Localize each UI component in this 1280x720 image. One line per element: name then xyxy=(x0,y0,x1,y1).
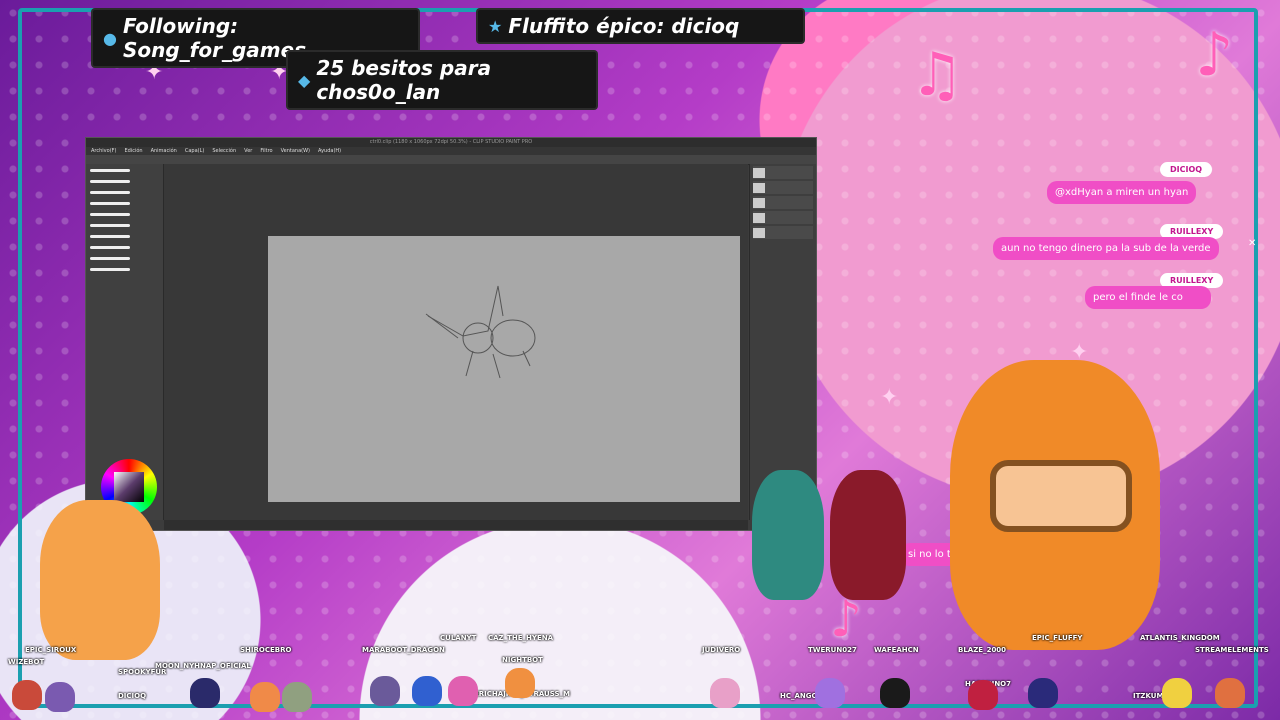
viewer-name: CAZ_THE_HYENA xyxy=(488,634,554,642)
viewer-name: SHIROCEBRO xyxy=(240,646,292,654)
viewer-critter xyxy=(45,682,75,712)
menu-file[interactable]: Archivo(F) xyxy=(91,147,116,155)
viewer-name: BLAZE_2000 xyxy=(958,646,1007,654)
menu-layer[interactable]: Capa(L) xyxy=(185,147,204,155)
red-mushroom-character xyxy=(830,470,906,600)
viewer-critter xyxy=(412,676,442,706)
chat-message: aun no tengo dinero pa la sub de la verd… xyxy=(993,237,1219,260)
viewer-name: TWERUN027 xyxy=(808,646,857,654)
viewer-name: JUDIVERO xyxy=(702,646,741,654)
viewer-critter xyxy=(505,668,535,698)
viewer-name: STREAMELEMENTS xyxy=(1195,646,1269,654)
brush-item[interactable] xyxy=(90,188,159,197)
menu-bar: Archivo(F) Edición Animación Capa(L) Sel… xyxy=(86,147,816,155)
viewer-critter xyxy=(1162,678,1192,708)
sketch-drawing xyxy=(425,285,536,379)
layer-item[interactable] xyxy=(753,196,813,209)
glasses-icon xyxy=(990,460,1132,532)
layer-item[interactable] xyxy=(753,226,813,239)
brush-item[interactable] xyxy=(90,232,159,241)
layer-item[interactable] xyxy=(753,211,813,224)
gem-icon: ◆ xyxy=(298,70,311,90)
viewer-name: MARABOOT_DRAGON xyxy=(362,646,445,654)
teal-mushroom-character xyxy=(752,470,824,600)
menu-animation[interactable]: Animación xyxy=(151,147,177,155)
chat-username: DICIOQ xyxy=(1160,162,1213,177)
viewer-name: DICIOQ xyxy=(118,692,147,700)
clip-studio-window[interactable]: ctrl0.clip (1180 x 1060px 72dpi 50.3%) -… xyxy=(85,137,817,531)
music-note-icon-2: ♪ xyxy=(1195,20,1234,90)
brush-item[interactable] xyxy=(90,221,159,230)
viewer-critter xyxy=(1215,678,1245,708)
brush-item[interactable] xyxy=(90,199,159,208)
viewer-name: MOON_NYHNAP_OFICIAL xyxy=(155,662,251,670)
menu-view[interactable]: Ver xyxy=(244,147,252,155)
layer-item[interactable] xyxy=(753,181,813,194)
viewer-name: WIZEBOT xyxy=(8,658,45,666)
besitos-alert: ◆ 25 besitos para chos0o_lan xyxy=(288,52,596,108)
window-title: ctrl0.clip (1180 x 1060px 72dpi 50.3%) -… xyxy=(86,138,816,147)
chat-message: @xdHyan a miren un hyan xyxy=(1047,181,1197,204)
chat-message-text: a miren un hyan xyxy=(1106,187,1189,198)
menu-help[interactable]: Ayuda(H) xyxy=(318,147,341,155)
sparkle-icon-4: ✦ xyxy=(880,385,899,410)
viewer-critter xyxy=(370,676,400,706)
viewer-name: NIGHTBOT xyxy=(502,656,543,664)
brush-item[interactable] xyxy=(90,243,159,252)
viewer-critter xyxy=(448,676,478,706)
viewer-critter xyxy=(1028,678,1058,708)
menu-filter[interactable]: Filtro xyxy=(260,147,272,155)
brush-item[interactable] xyxy=(90,254,159,263)
viewer-critter xyxy=(815,678,845,708)
viewer-critter xyxy=(190,678,220,708)
viewer-critter xyxy=(282,682,312,712)
brush-item[interactable] xyxy=(90,177,159,186)
viewer-name: ATLANTIS_KINGDOM xyxy=(1140,634,1220,642)
viewer-bar: EPIC_SIROUX WIZEBOT SPOOKYFUR MOON_NYHNA… xyxy=(0,632,1280,720)
color-picker-square[interactable] xyxy=(114,472,144,502)
canvas-area[interactable] xyxy=(164,164,748,520)
brush-item[interactable] xyxy=(90,166,159,175)
viewer-name: CULANYT xyxy=(440,634,477,642)
menu-edit[interactable]: Edición xyxy=(124,147,142,155)
brush-item[interactable] xyxy=(90,210,159,219)
chat-message: pero el finde le co xyxy=(1085,286,1211,309)
viewer-name: EPIC_SIROUX xyxy=(25,646,77,654)
star-icon: ★ xyxy=(488,16,503,36)
fluffito-alert: ★ Fluffito épico: dicioq xyxy=(478,10,803,42)
viewer-critter xyxy=(250,682,280,712)
layer-panel[interactable] xyxy=(749,164,816,520)
brush-panel[interactable] xyxy=(86,164,164,520)
viewer-critter xyxy=(710,678,740,708)
drawing-canvas[interactable] xyxy=(268,236,740,502)
viewer-name: EPIC_FLUFFY xyxy=(1032,634,1083,642)
menu-selection[interactable]: Selección xyxy=(212,147,236,155)
status-bar xyxy=(164,520,748,530)
viewer-name: WAFEAHCN xyxy=(874,646,919,654)
viewer-critter xyxy=(968,680,998,710)
layer-item[interactable] xyxy=(753,166,813,179)
fluffito-alert-text: Fluffito épico: dicioq xyxy=(508,14,740,38)
viewer-critter xyxy=(880,678,910,708)
close-icon[interactable]: ✕ xyxy=(1248,238,1256,249)
menu-window[interactable]: Ventana(W) xyxy=(281,147,310,155)
brush-item[interactable] xyxy=(90,265,159,274)
besitos-alert-text: 25 besitos para chos0o_lan xyxy=(316,56,492,104)
chat-mention: @xdHyan xyxy=(1055,187,1104,198)
music-note-icon: ♫ xyxy=(910,40,964,110)
viewer-critter xyxy=(12,680,42,710)
person-icon: ● xyxy=(103,28,117,48)
